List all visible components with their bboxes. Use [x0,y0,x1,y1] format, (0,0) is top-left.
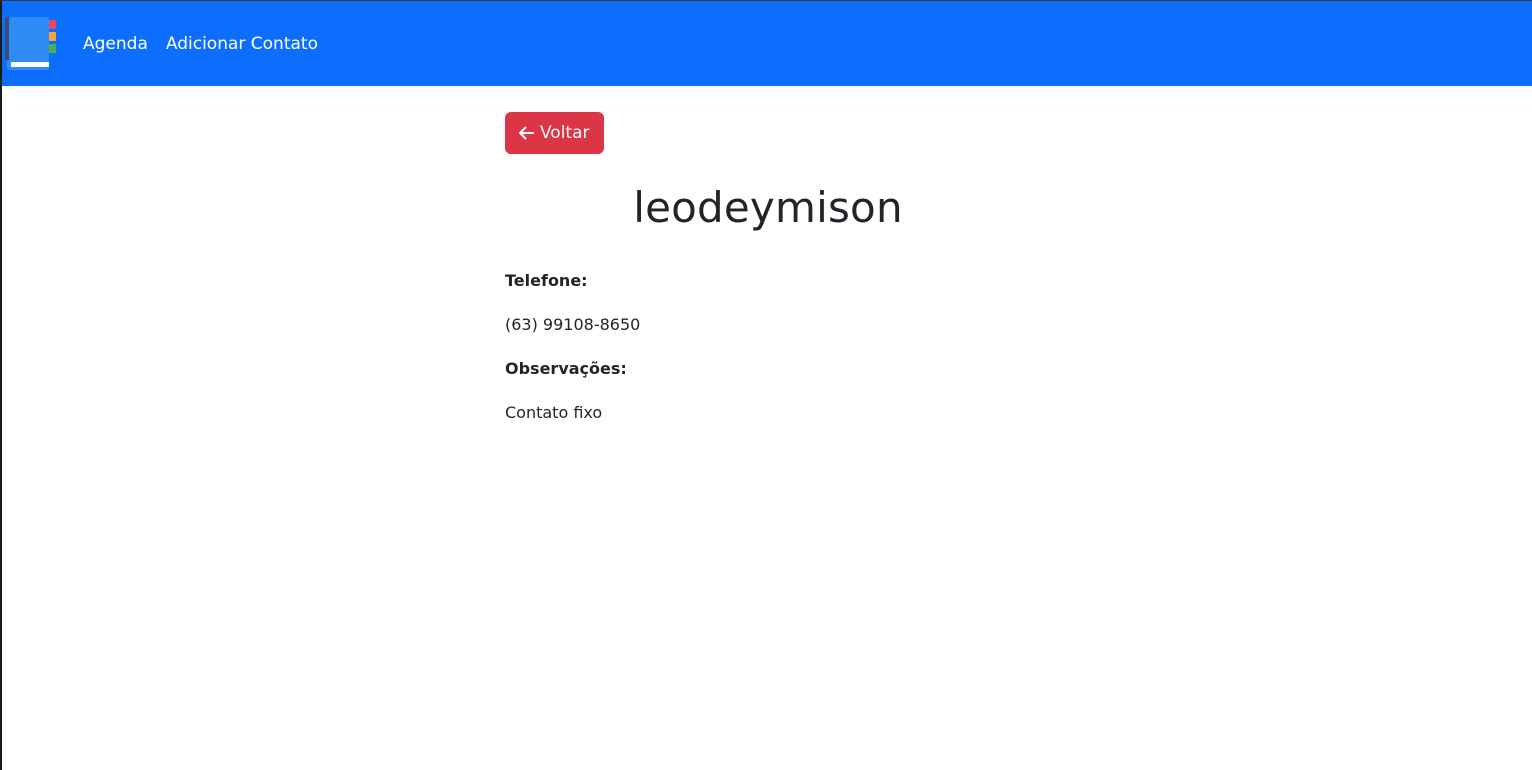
nav-links: Agenda Adicionar Contato [83,32,318,56]
arrow-left-icon [518,125,534,141]
back-button[interactable]: Voltar [505,112,604,154]
notes-value: Contato fixo [505,403,603,422]
phone-label: Telefone: [505,271,588,290]
contact-detail: Voltar leodeymison Telefone: (63) 99108-… [505,112,1031,425]
page: Agenda Adicionar Contato Voltar leodeymi… [0,0,1532,770]
contact-name: leodeymison [633,183,903,232]
nav-link-agenda[interactable]: Agenda [83,32,148,56]
address-book-icon[interactable] [4,16,58,72]
nav-link-add-contact[interactable]: Adicionar Contato [166,32,318,56]
back-button-label: Voltar [540,123,590,143]
phone-value: (63) 99108-8650 [505,315,641,334]
top-navbar: Agenda Adicionar Contato [2,1,1532,86]
notes-label: Observações: [505,359,627,378]
